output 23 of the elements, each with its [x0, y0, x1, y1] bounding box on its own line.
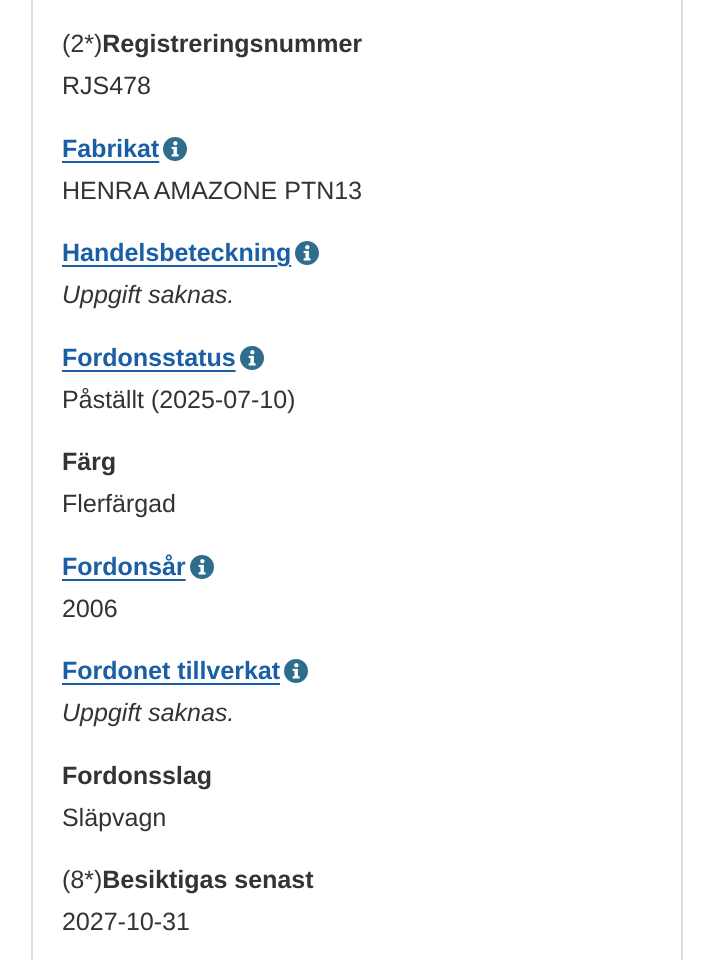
field-label: (8*)Besiktigas senast — [62, 865, 314, 896]
field-value: Släpvagn — [62, 802, 166, 834]
field-link[interactable]: Fordonet tillverkat — [62, 650, 280, 692]
info-icon[interactable] — [295, 241, 320, 265]
field-link[interactable]: Handelsbeteckning — [62, 232, 292, 274]
field-value: Uppgift saknas. — [62, 698, 234, 729]
field-value: 2027-10-31 — [62, 907, 190, 938]
info-icon[interactable] — [163, 136, 188, 160]
field-label: (2*)Registreringsnummer — [62, 29, 362, 60]
info-icon[interactable] — [240, 346, 264, 370]
info-icon[interactable] — [284, 659, 308, 683]
field-link[interactable]: Fabrikat — [62, 128, 160, 170]
info-icon[interactable] — [190, 554, 214, 578]
field-label: Fordonsslag — [62, 760, 212, 792]
field-value: Påställt (2025-07-10) — [62, 384, 296, 416]
field-link[interactable]: Fordonsår — [62, 546, 186, 588]
field-value: RJS478 — [62, 71, 151, 102]
field-value: 2006 — [62, 594, 118, 624]
field-value: HENRA AMAZONE PTN13 — [62, 176, 362, 206]
field-value: Uppgift saknas. — [62, 280, 234, 311]
field-link[interactable]: Fordonsstatus — [62, 336, 236, 378]
field-label: Färg — [62, 447, 116, 478]
field-value: Flerfärgad — [62, 489, 176, 520]
